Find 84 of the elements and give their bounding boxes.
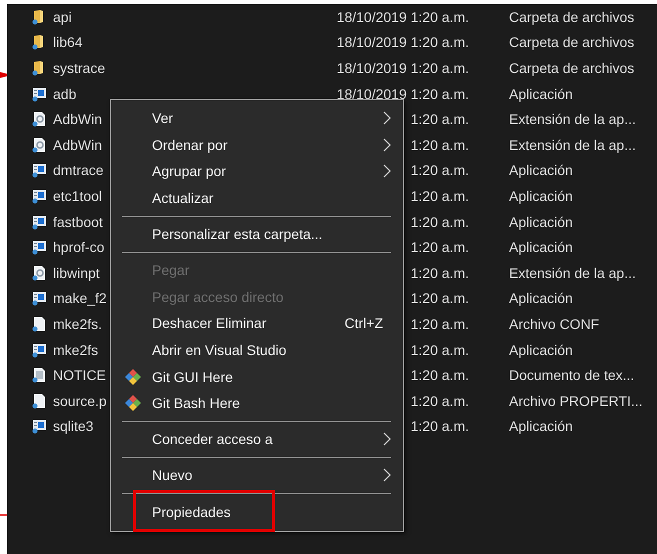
file-type: Documento de tex... bbox=[509, 367, 634, 384]
chevron-right-icon bbox=[383, 164, 391, 178]
application-icon bbox=[31, 86, 47, 102]
file-type: Carpeta de archivos bbox=[509, 34, 634, 50]
menu-item[interactable]: Ordenar por bbox=[111, 132, 403, 158]
file-name[interactable]: mke2fs. bbox=[53, 316, 102, 332]
file-type: Archivo CONF bbox=[509, 316, 600, 332]
menu-item[interactable]: Actualizar bbox=[111, 184, 403, 212]
menu-item[interactable]: Personalizar esta carpeta... bbox=[111, 220, 403, 248]
file-date: 1:20 a.m. bbox=[410, 162, 469, 178]
file-name[interactable]: systrace bbox=[53, 60, 106, 76]
application-icon bbox=[31, 188, 47, 204]
file-name[interactable]: source.p bbox=[53, 392, 107, 409]
file-name[interactable]: sqlite3 bbox=[53, 418, 94, 434]
file-date: 1:20 a.m. bbox=[410, 418, 469, 434]
menu-item[interactable]: Nuevo bbox=[111, 462, 403, 489]
file-type: Archivo PROPERTI... bbox=[509, 392, 643, 409]
application-icon bbox=[31, 290, 47, 306]
menu-item[interactable]: Propiedades bbox=[111, 498, 403, 525]
text-file-icon bbox=[31, 367, 47, 384]
file-date: 18/10/2019 1:20 a.m. bbox=[336, 86, 469, 102]
file-name[interactable]: mke2fs bbox=[53, 342, 98, 358]
file-date: 1:20 a.m. bbox=[410, 214, 469, 230]
file-type: Carpeta de archivos bbox=[509, 8, 634, 25]
file-name[interactable]: etc1tool bbox=[53, 188, 102, 204]
file-date: 1:20 a.m. bbox=[410, 392, 469, 409]
file-name[interactable]: fastboot bbox=[53, 214, 103, 230]
file-type: Extensión de la ap... bbox=[509, 111, 636, 128]
file-date: 1:20 a.m. bbox=[410, 111, 469, 128]
file-name[interactable]: NOTICE bbox=[53, 367, 106, 384]
menu-item[interactable]: Ver bbox=[111, 105, 403, 132]
file-date: 18/10/2019 1:20 a.m. bbox=[336, 60, 469, 76]
file-type: Aplicación bbox=[509, 418, 573, 434]
file-type: Aplicación bbox=[509, 188, 573, 204]
file-date: 1:20 a.m. bbox=[410, 239, 469, 256]
menu-item[interactable]: Conceder acceso a bbox=[111, 426, 403, 453]
file-date: 1:20 a.m. bbox=[410, 264, 469, 281]
file-date: 1:20 a.m. bbox=[410, 290, 469, 306]
git-icon bbox=[124, 368, 142, 386]
file-name[interactable]: AdbWin bbox=[53, 136, 102, 153]
file-date: 1:20 a.m. bbox=[410, 367, 469, 384]
file-type: Carpeta de archivos bbox=[509, 60, 634, 76]
application-icon bbox=[31, 418, 47, 434]
file-date: 1:20 a.m. bbox=[410, 342, 469, 358]
file-date: 1:20 a.m. bbox=[410, 316, 469, 332]
file-name[interactable]: lib64 bbox=[53, 34, 83, 50]
file-date: 1:20 a.m. bbox=[410, 136, 469, 153]
file-name[interactable]: dmtrace bbox=[53, 162, 104, 178]
file-type: Extensión de la ap... bbox=[509, 136, 636, 153]
file-type: Aplicación bbox=[509, 86, 573, 102]
file-name[interactable]: make_f2 bbox=[53, 290, 107, 306]
chevron-right-icon bbox=[383, 432, 391, 446]
file-type: Aplicación bbox=[509, 342, 573, 358]
menu-item[interactable]: Git Bash Here bbox=[111, 390, 403, 417]
application-icon bbox=[31, 214, 47, 230]
file-name[interactable]: AdbWin bbox=[53, 111, 102, 128]
file-date: 18/10/2019 1:20 a.m. bbox=[336, 34, 469, 50]
file-type: Aplicación bbox=[509, 239, 573, 256]
file-name[interactable]: adb bbox=[53, 86, 76, 102]
file-type: Aplicación bbox=[509, 162, 573, 178]
menu-item[interactable]: Abrir en Visual Studio bbox=[111, 336, 403, 364]
chevron-right-icon bbox=[383, 111, 391, 126]
gear-file-icon bbox=[31, 136, 47, 153]
file-icon bbox=[31, 316, 47, 332]
file-date: 1:20 a.m. bbox=[410, 188, 469, 204]
chevron-right-icon bbox=[383, 138, 391, 152]
application-icon bbox=[31, 162, 47, 178]
file-date: 18/10/2019 1:20 a.m. bbox=[336, 8, 469, 25]
gear-file-icon bbox=[31, 264, 47, 281]
file-name[interactable]: api bbox=[53, 8, 72, 25]
git-icon bbox=[124, 394, 142, 412]
menu-item[interactable]: Agrupar por bbox=[111, 158, 403, 185]
file-type: Extensión de la ap... bbox=[509, 264, 636, 281]
file-icon bbox=[31, 392, 47, 409]
file-name[interactable]: libwinpt bbox=[53, 264, 100, 281]
application-icon bbox=[31, 342, 47, 358]
file-type: Aplicación bbox=[509, 214, 573, 230]
gear-file-icon bbox=[31, 111, 47, 128]
application-icon bbox=[31, 239, 47, 256]
menu-item[interactable]: Git GUI Here bbox=[111, 363, 403, 390]
menu-item[interactable]: Deshacer Eliminar Ctrl+Z bbox=[111, 310, 403, 337]
file-type: Aplicación bbox=[509, 290, 573, 306]
chevron-right-icon bbox=[383, 468, 391, 482]
file-name[interactable]: hprof-co bbox=[53, 239, 104, 256]
